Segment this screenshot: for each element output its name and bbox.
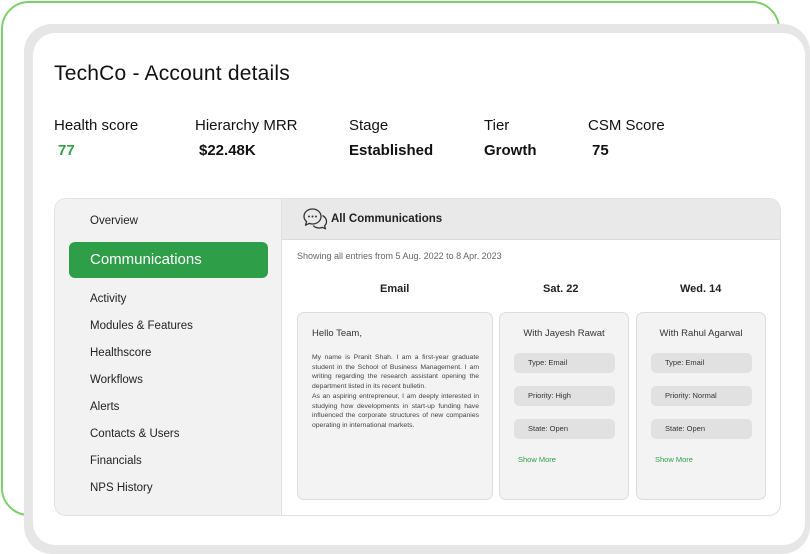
column-header-sat-22: Sat. 22 bbox=[543, 283, 579, 295]
entry-contact: With Jayesh Rawat bbox=[523, 328, 605, 339]
page-title: TechCo - Account details bbox=[54, 62, 290, 85]
email-paragraph: My name is Pranit Shah. I am a first-yea… bbox=[312, 354, 479, 391]
email-card[interactable]: Hello Team, My name is Pranit Shah. I am… bbox=[297, 312, 493, 500]
entry-type-badge: Type: Email bbox=[514, 353, 615, 373]
sidebar-item-healthscore[interactable]: Healthscore bbox=[90, 347, 151, 359]
show-more-link[interactable]: Show More bbox=[655, 455, 693, 464]
stage-value: Established bbox=[349, 142, 434, 159]
email-paragraph: As an aspiring entrepreneur, I am deeply… bbox=[312, 392, 479, 429]
communications-title: All Communications bbox=[331, 213, 443, 225]
column-header-email: Email bbox=[380, 283, 410, 295]
hierarchy-mrr-label: Hierarchy MRR bbox=[195, 117, 298, 134]
communication-entry-card[interactable]: With Rahul Agarwal Type: Email Priority:… bbox=[636, 312, 766, 500]
entry-priority-badge: Priority: High bbox=[514, 386, 615, 406]
stage-label: Stage bbox=[349, 117, 389, 134]
sidebar: Overview Communications Activity Modules… bbox=[55, 199, 282, 515]
column-header-wed-14: Wed. 14 bbox=[680, 283, 722, 295]
sidebar-item-alerts[interactable]: Alerts bbox=[90, 401, 119, 413]
entry-type-badge: Type: Email bbox=[651, 353, 752, 373]
sidebar-item-nps-history[interactable]: NPS History bbox=[90, 482, 153, 494]
sidebar-item-workflows[interactable]: Workflows bbox=[90, 374, 143, 386]
entry-state-badge: State: Open bbox=[514, 419, 615, 439]
email-body: My name is Pranit Shah. I am a first-yea… bbox=[312, 353, 479, 431]
communication-entry-card[interactable]: With Jayesh Rawat Type: Email Priority: … bbox=[499, 312, 629, 500]
date-range-text: Showing all entries from 5 Aug. 2022 to … bbox=[297, 251, 502, 261]
entry-contact: With Rahul Agarwal bbox=[659, 328, 743, 339]
email-greeting: Hello Team, bbox=[312, 328, 362, 339]
sidebar-item-contacts-users[interactable]: Contacts & Users bbox=[90, 428, 179, 440]
csm-score-value: 75 bbox=[592, 142, 609, 159]
chat-bubbles-icon bbox=[303, 208, 328, 230]
communications-panel: Overview Communications Activity Modules… bbox=[54, 198, 781, 516]
tier-value: Growth bbox=[484, 142, 537, 159]
sidebar-item-modules-features[interactable]: Modules & Features bbox=[90, 320, 193, 332]
entry-priority-badge: Priority: Normal bbox=[651, 386, 752, 406]
sidebar-item-activity[interactable]: Activity bbox=[90, 293, 126, 305]
show-more-link[interactable]: Show More bbox=[518, 455, 556, 464]
health-score-value: 77 bbox=[58, 142, 75, 159]
hierarchy-mrr-value: $22.48K bbox=[199, 142, 256, 159]
sidebar-item-financials[interactable]: Financials bbox=[90, 455, 142, 467]
communications-header: All Communications bbox=[282, 199, 780, 240]
health-score-label: Health score bbox=[54, 117, 139, 134]
entry-state-badge: State: Open bbox=[651, 419, 752, 439]
csm-score-label: CSM Score bbox=[588, 117, 665, 134]
sidebar-item-overview[interactable]: Overview bbox=[90, 215, 138, 227]
tier-label: Tier bbox=[484, 117, 510, 134]
sidebar-item-communications[interactable]: Communications bbox=[69, 242, 268, 278]
